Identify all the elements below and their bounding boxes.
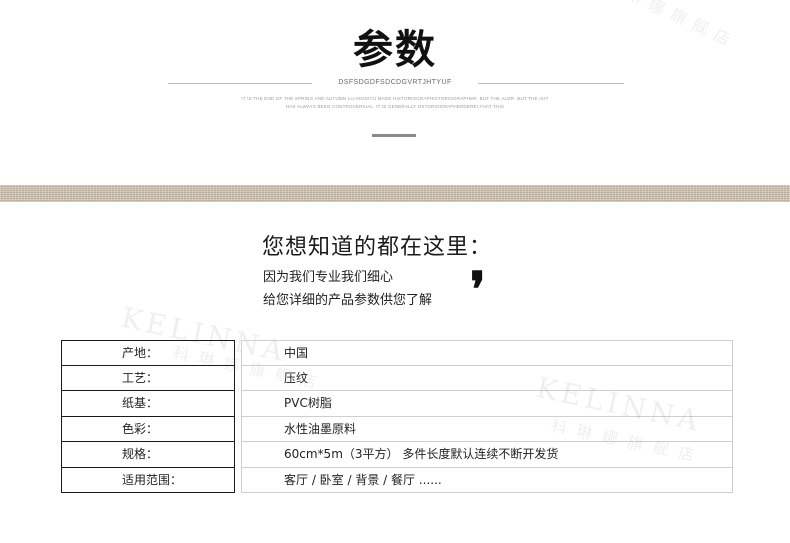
spec-value: 压纹 xyxy=(241,365,733,391)
spec-value: 客厅 / 卧室 / 背景 / 餐厅 ...... xyxy=(241,467,733,493)
spec-label: 适用范围： xyxy=(61,467,235,493)
spec-value: 中国 xyxy=(241,340,733,366)
accent-bar xyxy=(372,134,416,137)
spec-label: 纸基： xyxy=(61,391,235,417)
spec-value: 60cm*5m（3平方） 多件长度默认连续不断开发货 xyxy=(241,442,733,468)
linen-texture-band xyxy=(0,185,790,202)
intro-line-2: 给您详细的产品参数供您了解 xyxy=(263,293,433,308)
spec-row: 适用范围： 客厅 / 卧室 / 背景 / 餐厅 ...... xyxy=(61,467,733,493)
tagline-line-1: IT IS THE END OF THE SPRING AND AUTUMN L… xyxy=(241,96,549,101)
spec-row: 纸基： PVC树脂 xyxy=(61,391,733,417)
title-divider-left xyxy=(168,83,312,84)
parameters-page: 科琳娜旗舰店 参数 DSFSDGDFSDCDGVRTJHTYUF IT IS T… xyxy=(0,0,790,543)
quote-mark-icon: ❜ xyxy=(470,262,486,318)
subtitle-code: DSFSDGDFSDCDGVRTJHTYUF xyxy=(338,79,452,86)
intro-heading: 您想知道的都在这里： xyxy=(262,235,493,260)
spec-label: 色彩： xyxy=(61,416,235,442)
title-divider-right xyxy=(478,83,624,84)
spec-row: 工艺： 压纹 xyxy=(61,365,733,391)
spec-row: 产地： 中国 xyxy=(61,340,733,366)
spec-label: 产地： xyxy=(61,340,235,366)
spec-value: 水性油墨原料 xyxy=(241,416,733,442)
spec-label: 规格： xyxy=(61,442,235,468)
page-title: 参数 xyxy=(353,27,437,73)
spec-value: PVC树脂 xyxy=(241,391,733,417)
spec-row: 色彩： 水性油墨原料 xyxy=(61,416,733,442)
tagline-line-2: HAS ALWAYS BEEN CONTROVERSIAL. IT IS GEN… xyxy=(285,104,505,109)
spec-label: 工艺： xyxy=(61,365,235,391)
spec-table: 产地： 中国 工艺： 压纹 纸基： PVC树脂 色彩： 水性油墨原料 规格： 6… xyxy=(61,340,733,493)
spec-row: 规格： 60cm*5m（3平方） 多件长度默认连续不断开发货 xyxy=(61,442,733,468)
intro-line-1: 因为我们专业我们细心 xyxy=(263,270,394,285)
